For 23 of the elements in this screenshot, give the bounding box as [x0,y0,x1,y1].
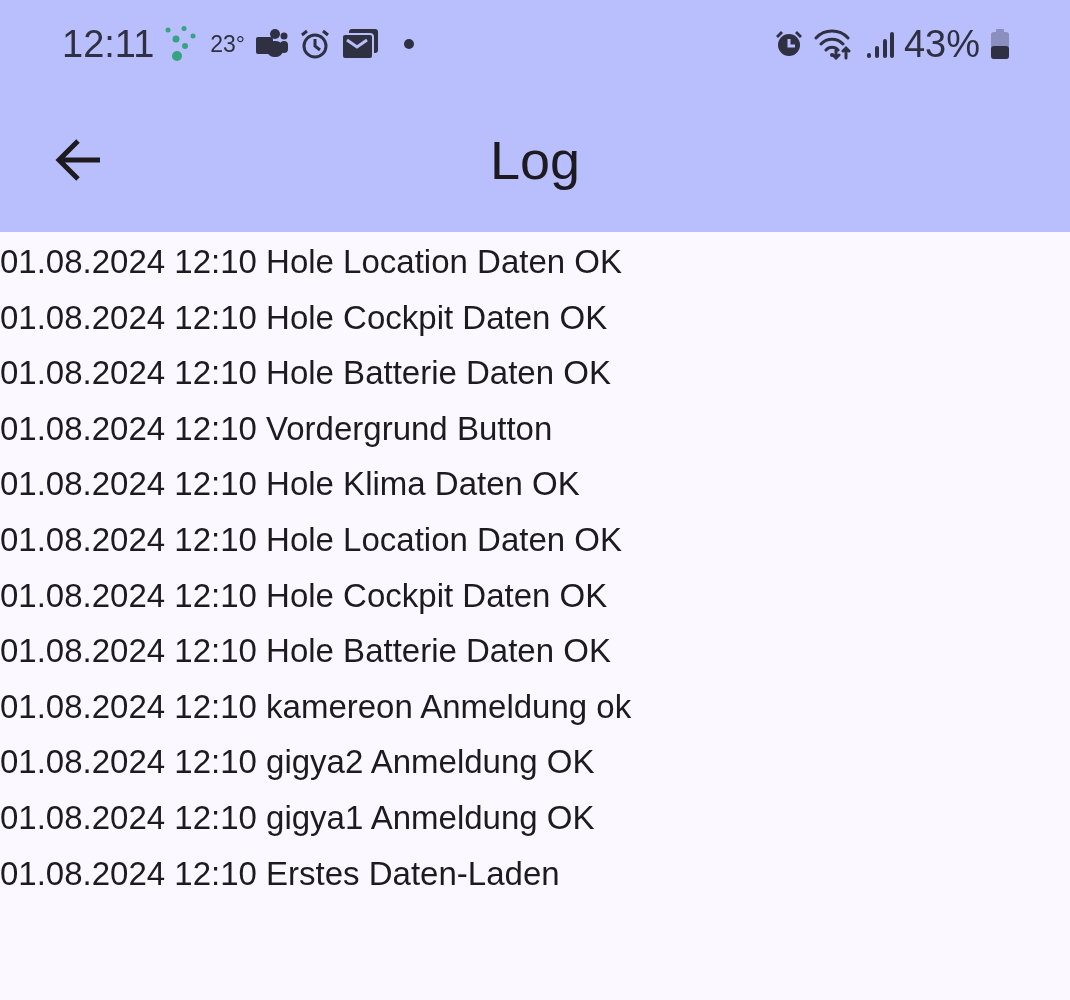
log-entry: 01.08.2024 12:10 Vordergrund Button [0,408,553,449]
page-title: Log [488,129,582,191]
back-arrow-icon [54,138,102,182]
mail-icon [341,28,380,60]
log-entry: 01.08.2024 12:10 kamereon Anmeldung ok [0,686,632,727]
log-entry: 01.08.2024 12:10 Hole Location Daten OK [0,519,622,560]
battery-icon [990,28,1010,60]
log-entry: 01.08.2024 12:10 Hole Batterie Daten OK [0,631,611,672]
log-entry: 01.08.2024 12:10 gigya2 Anmeldung OK [0,742,595,783]
signal-icon [865,29,894,59]
alarm-icon [299,28,332,60]
log-entry: 01.08.2024 12:10 Hole Location Daten OK [0,242,622,282]
log-entry: 01.08.2024 12:10 Erstes Daten-Laden [0,853,560,894]
log-entry: 01.08.2024 12:10 Hole Batterie Daten OK [0,353,611,394]
log-entry: 01.08.2024 12:10 Hole Cockpit Daten OK [0,297,608,338]
log-entry: 01.08.2024 12:10 gigya1 Anmeldung OK [0,797,595,838]
battery-percentage: 43% [903,22,980,66]
dot-icon [403,38,416,50]
clock-time: 12:11 [62,22,155,66]
log-entry: 01.08.2024 12:10 Hole Cockpit Daten OK [0,575,608,616]
log-entry: 01.08.2024 12:10 Hole Klima Daten OK [0,464,580,505]
temperature: 23° [210,30,246,58]
people-icon [255,28,290,60]
